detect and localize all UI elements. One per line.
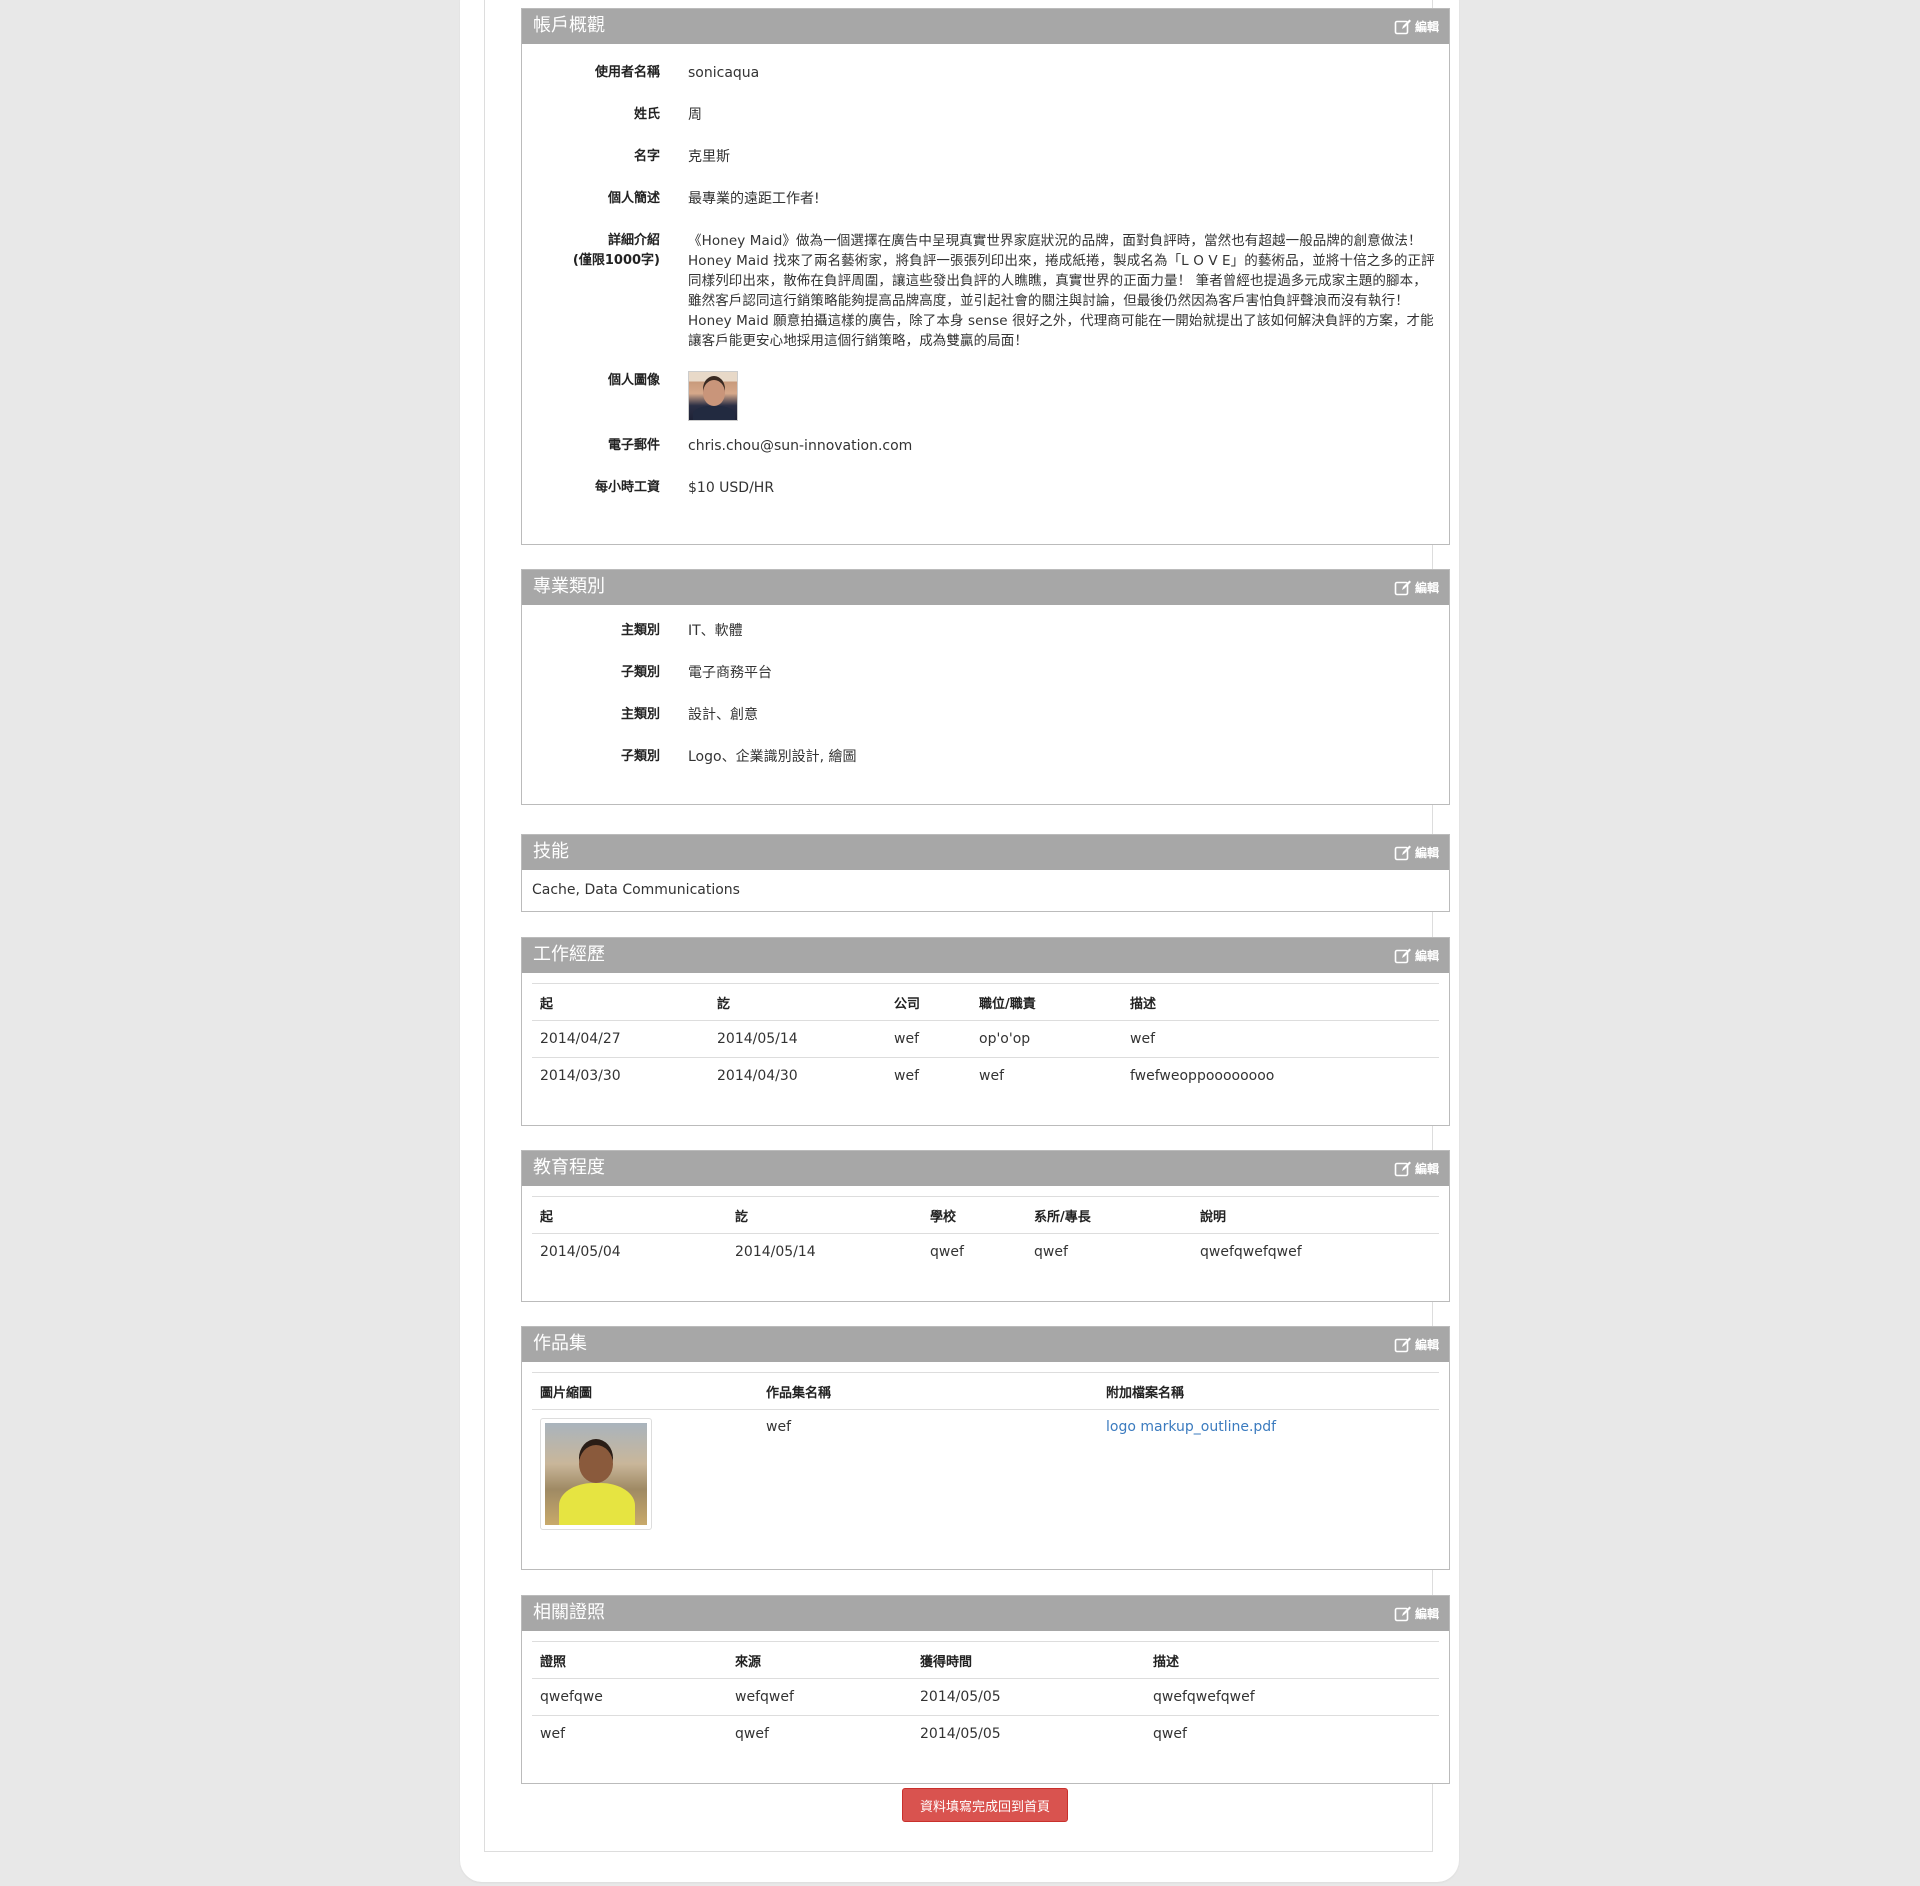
panel-title: 帳戶概觀 [533,15,605,36]
account-panel: 帳戶概觀 編輯 使用者名稱 sonicaqua 姓氏 周 名字 克里斯 個人簡述 [521,8,1450,545]
education-panel-header: 教育程度 編輯 [522,1151,1449,1186]
table-row: wef qwef 2014/05/05 qwef [540,1726,1187,1742]
portfolio-table: 圖片縮圖 作品集名稱 附加檔案名稱 wef logo markup_outlin… [532,1372,1439,1550]
finish-return-home-button[interactable]: 資料填寫完成回到首頁 [902,1788,1068,1822]
education-edit-button[interactable]: 編輯 [1394,1160,1439,1178]
education-panel: 教育程度 編輯 起 訖 學校 系所/專長 說明 2014/05/04 2014/… [521,1150,1450,1302]
panel-title: 作品集 [533,1333,587,1354]
panel-title: 相關證照 [533,1602,605,1623]
panel-title: 專業類別 [533,576,605,597]
edit-label: 編輯 [1414,1338,1439,1352]
certs-table: 證照 來源 獲得時間 描述 qwefqwe wefqwef 2014/05/05… [532,1641,1439,1752]
edit-icon [1394,19,1411,35]
panel-title: 技能 [533,841,569,862]
edit-label: 編輯 [1414,1162,1439,1176]
work-table: 起 訖 公司 職位/職責 描述 2014/04/27 2014/05/14 we… [532,983,1439,1094]
certs-panel-header: 相關證照 編輯 [522,1596,1449,1631]
work-panel-header: 工作經歷 編輯 [522,938,1449,973]
edit-label: 編輯 [1414,20,1439,34]
table-header-row: 證照 來源 獲得時間 描述 [532,1641,1439,1679]
work-edit-button[interactable]: 編輯 [1394,947,1439,965]
panel-title: 教育程度 [533,1157,605,1178]
portfolio-image [545,1423,647,1525]
edit-icon [1394,1161,1411,1177]
education-table: 起 訖 學校 系所/專長 說明 2014/05/04 2014/05/14 qw… [532,1196,1439,1270]
attachment-link[interactable]: logo markup_outline.pdf [1106,1419,1276,1435]
account-panel-header: 帳戶概觀 編輯 [522,9,1449,44]
work-panel: 工作經歷 編輯 起 訖 公司 職位/職責 描述 2014/04/27 2014/… [521,937,1450,1126]
certs-panel: 相關證照 編輯 證照 來源 獲得時間 描述 qwefqwe wefqwef 20… [521,1595,1450,1784]
skills-panel-header: 技能 編輯 [522,835,1449,870]
edit-label: 編輯 [1414,949,1439,963]
table-header-row: 圖片縮圖 作品集名稱 附加檔案名稱 [532,1372,1439,1410]
category-panel-header: 專業類別 編輯 [522,570,1449,605]
edit-label: 編輯 [1414,1607,1439,1621]
portfolio-thumbnail[interactable] [540,1418,652,1530]
panel-title: 工作經歷 [533,944,605,965]
content-frame: 帳戶概觀 編輯 使用者名稱 sonicaqua 姓氏 周 名字 克里斯 個人簡述 [484,0,1450,1852]
table-row: 2014/05/04 2014/05/14 qwef qwef qwefqwef… [540,1244,1302,1260]
edit-label: 編輯 [1414,846,1439,860]
edit-icon [1394,1606,1411,1622]
skills-value: Cache, Data Communications [532,882,740,898]
table-row: qwefqwe wefqwef 2014/05/05 qwefqwefqwef [532,1678,1439,1716]
edit-label: 編輯 [1414,581,1439,595]
skills-panel: 技能 編輯 Cache, Data Communications [521,834,1450,912]
edit-icon [1394,948,1411,964]
table-header-row: 起 訖 公司 職位/職責 描述 [532,983,1439,1021]
portfolio-panel: 作品集 編輯 圖片縮圖 作品集名稱 附加檔案名稱 wef logo markup… [521,1326,1450,1570]
portfolio-edit-button[interactable]: 編輯 [1394,1336,1439,1354]
skills-edit-button[interactable]: 編輯 [1394,844,1439,862]
category-edit-button[interactable]: 編輯 [1394,579,1439,597]
table-row: 2014/04/27 2014/05/14 wef op'o'op wef [532,1020,1439,1058]
table-header-row: 起 訖 學校 系所/專長 說明 [532,1196,1439,1234]
category-panel: 專業類別 編輯 主類別 IT、軟體 子類別 電子商務平台 主類別 設計、創意 子… [521,569,1450,805]
table-row: wef logo markup_outline.pdf [532,1410,1439,1551]
avatar [688,371,738,421]
table-row: 2014/03/30 2014/04/30 wef wef fwefweoppo… [540,1068,1275,1084]
portfolio-panel-header: 作品集 編輯 [522,1327,1449,1362]
certs-edit-button[interactable]: 編輯 [1394,1605,1439,1623]
edit-icon [1394,845,1411,861]
account-edit-button[interactable]: 編輯 [1394,18,1439,36]
profile-card: 帳戶概觀 編輯 使用者名稱 sonicaqua 姓氏 周 名字 克里斯 個人簡述 [460,0,1459,1882]
edit-icon [1394,580,1411,596]
edit-icon [1394,1337,1411,1353]
